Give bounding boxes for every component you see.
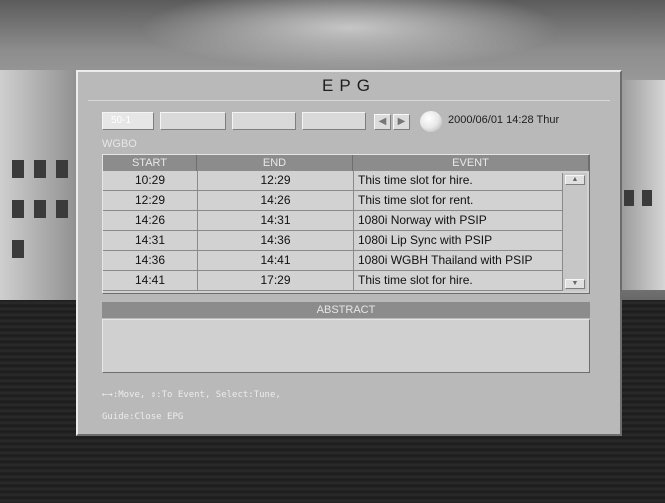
arrow-right-icon[interactable]: ▶ (393, 114, 410, 130)
start-time: 10:29 (134, 173, 166, 187)
table-row[interactable]: 14:41 17:29 This time slot for hire. (103, 271, 585, 291)
background-sky (140, 0, 560, 70)
event-title: 1080i Lip Sync with PSIP (353, 231, 585, 250)
abstract-heading: ABSTRACT (102, 302, 590, 318)
date-time: 2000/06/01 14:28 Thur (448, 114, 560, 126)
scroll-down-icon[interactable]: ▼ (565, 279, 585, 289)
help-guide-line: Guide:Close EPG (102, 412, 184, 422)
end-time: 14:41 (197, 251, 353, 270)
circle-button-icon[interactable] (420, 111, 442, 132)
epg-title: EPG (322, 76, 376, 95)
start-time: 14:31 (134, 233, 166, 247)
channel-name: WGBO (102, 138, 137, 150)
table-row[interactable]: 10:29 12:29 This time slot for hire. (103, 171, 585, 191)
event-title: 1080i Norway with PSIP (353, 211, 585, 230)
start-time: 14:41 (134, 273, 166, 287)
background-building-left (0, 70, 80, 300)
epg-window: EPG 50-1 ◀ ▶ 2000/06/01 14:28 Thur WGBO … (76, 70, 622, 436)
start-time: 14:36 (134, 253, 166, 267)
end-time: 12:29 (197, 171, 353, 190)
event-title: This time slot for rent. (353, 191, 585, 210)
program-table: START END EVENT 10:29 12:29 This time sl… (102, 154, 590, 294)
help-keys-line: ←→:Move, ⇕:To Event, Select:Tune, (102, 390, 281, 400)
arrow-left-icon[interactable]: ◀ (374, 114, 391, 130)
end-time: 17:29 (197, 271, 353, 290)
channel-button-2[interactable] (160, 112, 226, 130)
channel-button-4[interactable] (302, 112, 366, 130)
event-title: This time slot for hire. (353, 271, 585, 290)
table-row[interactable]: 12:29 14:26 This time slot for rent. (103, 191, 585, 211)
table-body: 10:29 12:29 This time slot for hire. 12:… (103, 171, 585, 291)
end-time: 14:36 (197, 231, 353, 250)
column-header-end: END (197, 155, 353, 171)
column-header-start: START (103, 155, 197, 171)
start-time: 14:26 (134, 213, 166, 227)
event-title: This time slot for hire. (353, 171, 585, 190)
table-header: START END EVENT (103, 155, 589, 171)
title-divider (88, 100, 610, 101)
table-row[interactable]: 14:26 14:31 1080i Norway with PSIP (103, 211, 585, 231)
table-scrollbar[interactable]: ▲ ▼ (562, 173, 587, 291)
end-time: 14:26 (197, 191, 353, 210)
table-row[interactable]: 14:36 14:41 1080i WGBH Thailand with PSI… (103, 251, 585, 271)
scroll-up-icon[interactable]: ▲ (565, 175, 585, 185)
abstract-text (102, 319, 590, 373)
event-title: 1080i WGBH Thailand with PSIP (353, 251, 585, 270)
start-time: 12:29 (134, 193, 166, 207)
epg-toolbar: 50-1 ◀ ▶ 2000/06/01 14:28 Thur (102, 110, 610, 132)
end-time: 14:31 (197, 211, 353, 230)
channel-button-3[interactable] (232, 112, 296, 130)
channel-button-1[interactable]: 50-1 (102, 112, 154, 130)
table-row[interactable]: 14:31 14:36 1080i Lip Sync with PSIP (103, 231, 585, 251)
column-header-event: EVENT (353, 155, 589, 171)
